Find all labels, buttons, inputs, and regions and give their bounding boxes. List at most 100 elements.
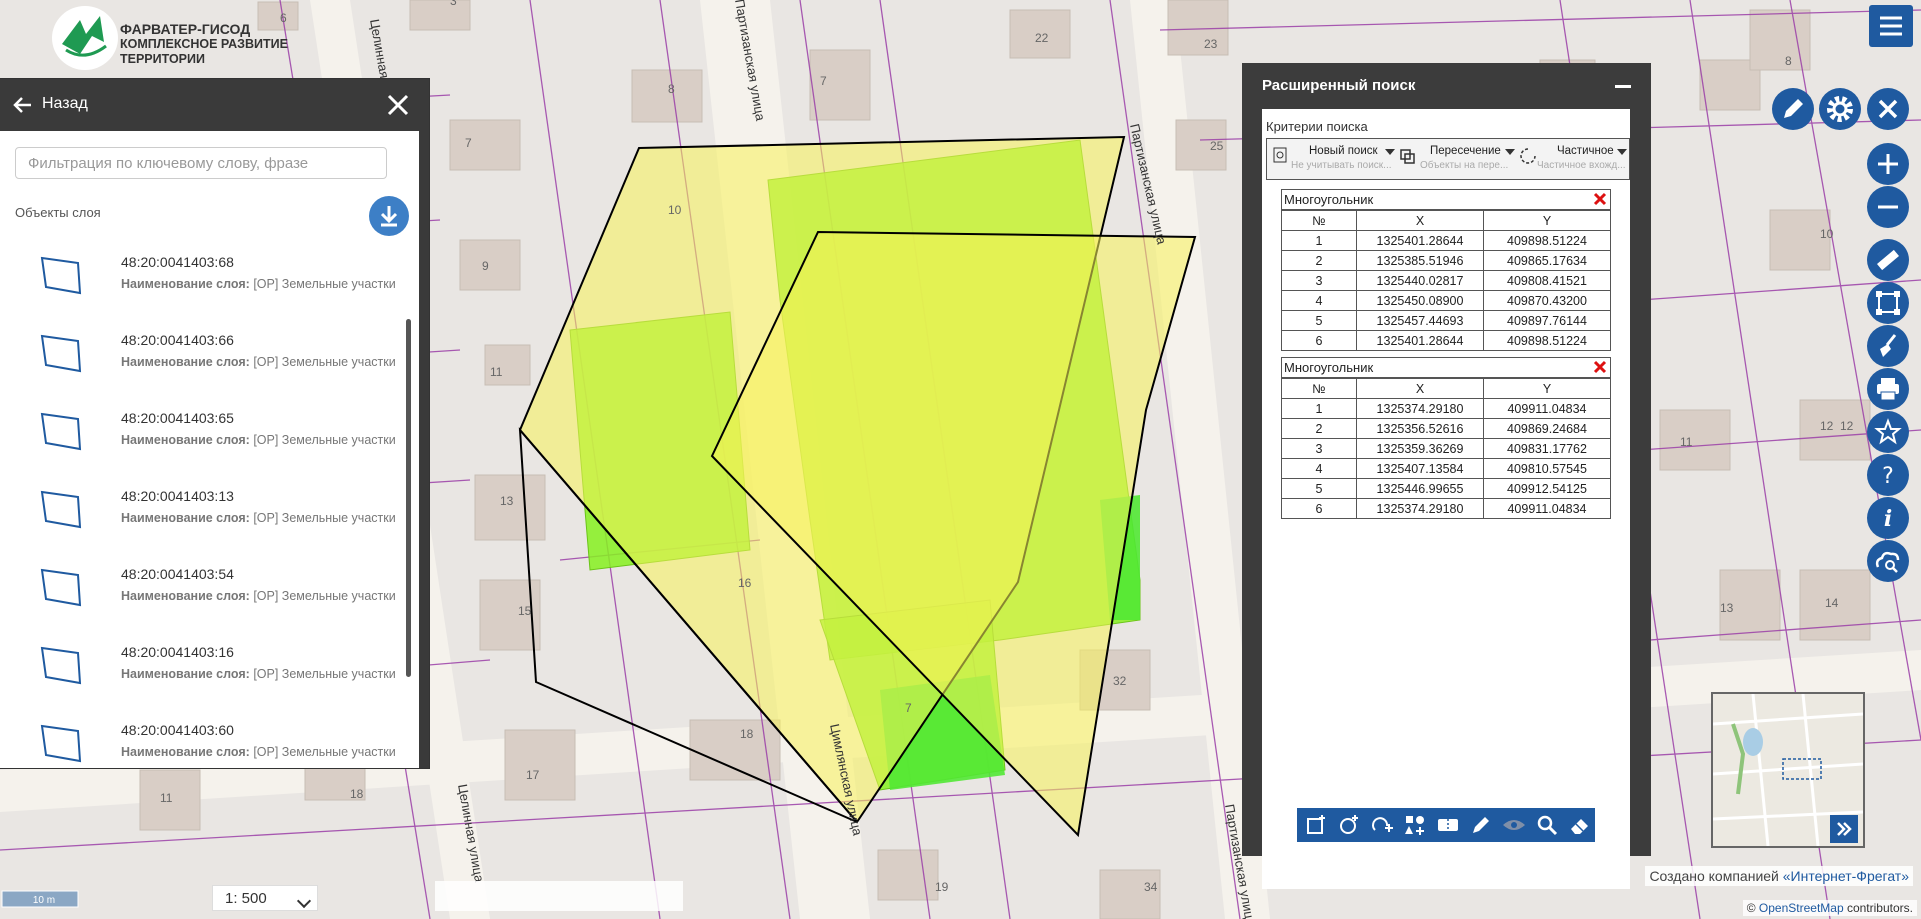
intersection-dropdown[interactable]: Пересечение Объекты на пере... <box>1398 143 1516 175</box>
polygon-thumb-icon <box>40 568 82 607</box>
back-button[interactable]: Назад <box>42 95 88 113</box>
print-button[interactable] <box>1867 368 1909 410</box>
svg-text:13: 13 <box>1720 601 1734 615</box>
minimap-toggle-button[interactable] <box>1830 815 1858 843</box>
coordinates-table: № X Y 1 1325401.28644 409898.51224 2 132538… <box>1281 210 1611 351</box>
svg-text:25: 25 <box>1210 139 1224 153</box>
zoom-in-button[interactable] <box>1867 143 1909 185</box>
partial-dropdown[interactable]: Частичное Частичное вхожд... <box>1517 143 1627 175</box>
tool-sub-label: Не учитывать поиск... <box>1291 160 1392 171</box>
close-map-button[interactable] <box>1867 88 1909 130</box>
add-circle-icon[interactable] <box>1334 810 1364 840</box>
osm-suffix: contributors. <box>1843 901 1913 915</box>
favorites-button[interactable] <box>1867 411 1909 453</box>
coordinate-field[interactable] <box>435 881 683 911</box>
chevron-down-icon <box>1617 149 1627 155</box>
eye-icon[interactable] <box>1499 810 1529 840</box>
chevron-down-icon <box>1505 149 1515 155</box>
table-cell: 1325359.36269 <box>1356 438 1484 459</box>
item-id: 48:20:0041403:54 <box>121 566 234 582</box>
list-scrollbar[interactable] <box>406 319 411 677</box>
polygon-thumb-icon <box>40 256 82 295</box>
printer-icon <box>1877 378 1899 401</box>
add-buffer-icon[interactable] <box>1367 810 1397 840</box>
zoom-out-button[interactable] <box>1867 186 1909 228</box>
item-id: 48:20:0041403:13 <box>121 488 234 504</box>
table-cell: 5 <box>1281 310 1357 331</box>
table-row: 5 1325446.99655 409912.54125 <box>1281 478 1611 499</box>
double-chevron-right-icon <box>1837 822 1852 836</box>
info-button[interactable]: i <box>1867 497 1909 539</box>
table-row: 6 1325374.29180 409911.04834 <box>1281 498 1611 519</box>
svg-text:11: 11 <box>1680 435 1693 449</box>
eraser-icon[interactable] <box>1565 810 1595 840</box>
back-arrow-icon[interactable] <box>12 94 34 116</box>
download-icon <box>380 206 398 227</box>
draw-button[interactable] <box>1772 88 1814 130</box>
scale-select[interactable]: 1: 500 <box>212 885 318 911</box>
menu-button[interactable] <box>1869 5 1913 47</box>
osm-link[interactable]: OpenStreetMap <box>1759 901 1844 915</box>
logo-text: ФАРВАТЕР-ГИСОД КОМПЛЕКСНОЕ РАЗВИТИЕ ТЕРР… <box>120 22 372 67</box>
table-cell: 409870.43200 <box>1483 290 1611 311</box>
add-objects-icon[interactable] <box>1400 810 1430 840</box>
table-row: 3 1325359.36269 409831.17762 <box>1281 438 1611 459</box>
minimize-button[interactable] <box>1615 85 1631 88</box>
question-icon: ? <box>1882 464 1894 489</box>
list-item[interactable]: 48:20:0041403:65 Наименование слоя: [ОР]… <box>0 395 410 473</box>
object-list[interactable]: 48:20:0041403:68 Наименование слоя: [ОР]… <box>0 239 410 769</box>
list-item[interactable]: 48:20:0041403:60 Наименование слоя: [ОР]… <box>0 707 410 769</box>
select-area-button[interactable] <box>1867 282 1909 324</box>
search-icon[interactable] <box>1532 810 1562 840</box>
table-cell: 1325356.52616 <box>1356 418 1484 439</box>
table-cell: 409865.17634 <box>1483 250 1611 271</box>
svg-text:34: 34 <box>1144 880 1158 894</box>
download-button[interactable] <box>369 196 409 236</box>
filter-input[interactable] <box>15 147 387 179</box>
svg-text:11: 11 <box>160 791 173 805</box>
table-row: 5 1325457.44693 409897.76144 <box>1281 310 1611 331</box>
partial-icon <box>1520 148 1536 164</box>
delete-icon[interactable] <box>1593 360 1607 374</box>
list-item[interactable]: 48:20:0041403:16 Наименование слоя: [ОР]… <box>0 629 410 707</box>
scale-value: 1: 500 <box>225 890 267 907</box>
delete-icon[interactable] <box>1593 192 1607 206</box>
table-cell: 409898.51224 <box>1483 330 1611 351</box>
measure-button[interactable] <box>1867 239 1909 281</box>
polygon-thumb-icon <box>40 646 82 685</box>
tool-main-label: Пересечение <box>1430 145 1501 157</box>
add-polygon-icon[interactable] <box>1301 810 1331 840</box>
col-x: X <box>1356 210 1484 231</box>
table-cell: 409897.76144 <box>1483 310 1611 331</box>
new-search-dropdown[interactable]: Новый поиск Не учитывать поиск... <box>1271 143 1397 175</box>
polygon-criterion: Многоугольник № X Y 1 1325401.28644 409898… <box>1281 189 1611 351</box>
edit-pencil-icon[interactable] <box>1466 810 1496 840</box>
table-row: 6 1325401.28644 409898.51224 <box>1281 330 1611 351</box>
list-item[interactable]: 48:20:0041403:13 Наименование слоя: [ОР]… <box>0 473 410 551</box>
polygon-thumb-icon <box>40 490 82 529</box>
table-cell: 409911.04834 <box>1483 398 1611 419</box>
item-layer: Наименование слоя: [ОР] Земельные участк… <box>121 355 396 369</box>
table-row: 2 1325356.52616 409869.24684 <box>1281 418 1611 439</box>
cloud-search-button[interactable] <box>1867 540 1909 582</box>
close-icon[interactable] <box>385 92 411 118</box>
table-cell: 409912.54125 <box>1483 478 1611 499</box>
table-cell: 409869.24684 <box>1483 418 1611 439</box>
hamburger-icon <box>1880 16 1902 36</box>
svg-text:?: ? <box>1882 464 1894 489</box>
table-cell: 409831.17762 <box>1483 438 1611 459</box>
svg-text:7: 7 <box>465 136 472 150</box>
list-item[interactable]: 48:20:0041403:66 Наименование слоя: [ОР]… <box>0 317 410 395</box>
osm-prefix: © <box>1746 901 1759 915</box>
new-search-icon <box>1273 147 1287 163</box>
list-item[interactable]: 48:20:0041403:54 Наименование слоя: [ОР]… <box>0 551 410 629</box>
ticket-icon[interactable] <box>1433 810 1463 840</box>
credit-link[interactable]: «Интернет-Фрегат» <box>1783 868 1909 884</box>
help-button[interactable]: ? <box>1867 454 1909 496</box>
panel-header: Назад <box>0 79 429 131</box>
list-item[interactable]: 48:20:0041403:68 Наименование слоя: [ОР]… <box>0 239 410 317</box>
settings-button[interactable] <box>1819 88 1861 130</box>
svg-text:9: 9 <box>482 259 489 273</box>
table-cell: 3 <box>1281 270 1357 291</box>
clear-button[interactable] <box>1867 325 1909 367</box>
